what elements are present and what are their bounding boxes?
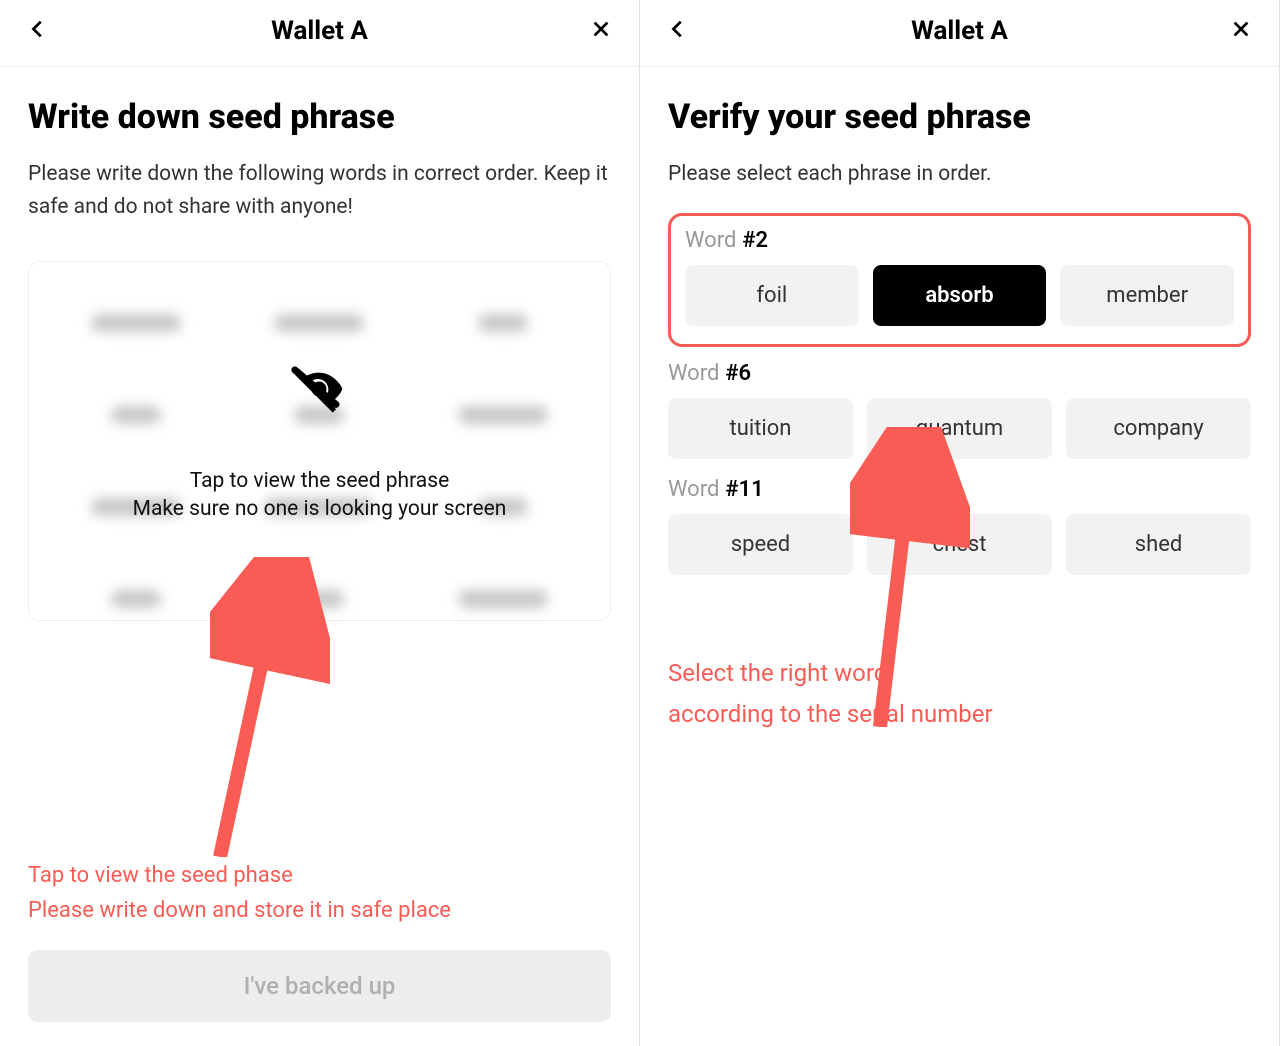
close-icon xyxy=(1230,18,1252,44)
page-subtitle-left: Please write down the following words in… xyxy=(28,158,611,225)
seed-card[interactable]: Tap to view the seed phrase Make sure no… xyxy=(28,261,611,621)
panel-write-down: Wallet A Write down seed phrase Please w… xyxy=(0,0,640,1046)
annotation-right-line1: Select the right word xyxy=(668,653,1251,694)
annotation-left-line1: Tap to view the seed phase xyxy=(28,858,611,893)
word-label: Word#6 xyxy=(668,361,1251,386)
word-label-hash: #6 xyxy=(725,361,751,386)
word-option-shed[interactable]: shed xyxy=(1066,514,1251,575)
close-button[interactable] xyxy=(1227,17,1255,45)
content-left: Write down seed phrase Please write down… xyxy=(0,67,639,1046)
header-left: Wallet A xyxy=(0,0,639,67)
back-icon xyxy=(667,18,689,44)
word-label: Word#2 xyxy=(685,228,1234,253)
annotation-right-line2: according to the serial number xyxy=(668,694,1251,735)
seed-tap-sub: Make sure no one is looking your screen xyxy=(133,497,507,521)
backed-up-button[interactable]: I've backed up xyxy=(28,950,611,1022)
word-option-speed[interactable]: speed xyxy=(668,514,853,575)
annotation-right: Select the right word according to the s… xyxy=(668,653,1251,735)
word-row: speedchestshed xyxy=(668,514,1251,575)
seed-overlay: Tap to view the seed phrase Make sure no… xyxy=(133,361,507,521)
word-label: Word#11 xyxy=(668,477,1251,502)
verify-group-6: Word#6 tuitionquantumcompany xyxy=(668,361,1251,459)
word-option-member[interactable]: member xyxy=(1060,265,1234,326)
annotation-left-line2: Please write down and store it in safe p… xyxy=(28,893,611,928)
eye-slash-icon xyxy=(291,361,347,421)
page-title-left: Write down seed phrase xyxy=(28,97,611,138)
verify-group-11: Word#11 speedchestshed xyxy=(668,477,1251,575)
word-label-hash: #11 xyxy=(725,477,763,502)
word-label-hash: #2 xyxy=(742,228,768,253)
verify-groups: Word#2foilabsorbmemberWord#6tuitionquant… xyxy=(668,213,1251,593)
header-title-left: Wallet A xyxy=(52,16,587,46)
header-title-right: Wallet A xyxy=(692,16,1227,46)
word-option-tuition[interactable]: tuition xyxy=(668,398,853,459)
page-subtitle-right: Please select each phrase in order. xyxy=(668,158,1251,192)
close-icon xyxy=(590,18,612,44)
page-title-right: Verify your seed phrase xyxy=(668,97,1251,138)
word-option-chest[interactable]: chest xyxy=(867,514,1052,575)
word-option-company[interactable]: company xyxy=(1066,398,1251,459)
word-option-foil[interactable]: foil xyxy=(685,265,859,326)
word-label-prefix: Word xyxy=(668,361,719,386)
seed-tap-title: Tap to view the seed phrase xyxy=(190,469,449,493)
back-button[interactable] xyxy=(664,17,692,45)
word-label-prefix: Word xyxy=(668,477,719,502)
back-button[interactable] xyxy=(24,17,52,45)
content-right: Verify your seed phrase Please select ea… xyxy=(640,67,1279,1046)
verify-group-2: Word#2 foilabsorbmember xyxy=(668,213,1251,347)
panel-verify: Wallet A Verify your seed phrase Please … xyxy=(640,0,1280,1046)
close-button[interactable] xyxy=(587,17,615,45)
back-icon xyxy=(27,18,49,44)
word-label-prefix: Word xyxy=(685,228,736,253)
annotation-left: Tap to view the seed phase Please write … xyxy=(28,858,611,928)
word-option-absorb[interactable]: absorb xyxy=(873,265,1047,326)
word-row: foilabsorbmember xyxy=(685,265,1234,326)
header-right: Wallet A xyxy=(640,0,1279,67)
word-row: tuitionquantumcompany xyxy=(668,398,1251,459)
word-option-quantum[interactable]: quantum xyxy=(867,398,1052,459)
